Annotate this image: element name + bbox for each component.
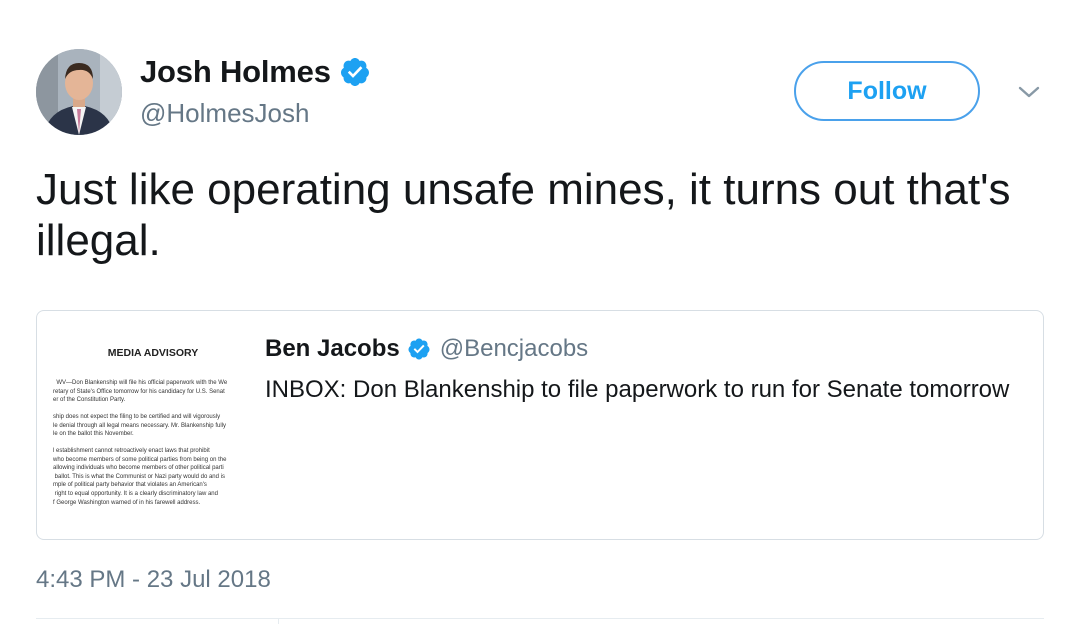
thumbnail-paragraph: WV—Don Blankenship will file his officia… (53, 380, 228, 404)
thumbnail-paragraph: l establishment cannot retroactively ena… (53, 448, 227, 506)
author-handle[interactable]: @HolmesJosh (140, 98, 309, 129)
divider (36, 618, 1044, 619)
thumbnail-paragraph: ship does not expect the filing to be ce… (53, 414, 226, 438)
quoted-author-handle: @Bencjacobs (439, 335, 589, 362)
verified-badge-icon (339, 56, 371, 88)
thumbnail-title: MEDIA ADVISORY (107, 347, 199, 359)
verified-badge-icon (407, 337, 431, 361)
tweet-text: Just like operating unsafe mines, it tur… (36, 165, 1011, 265)
author-avatar[interactable] (36, 49, 122, 135)
divider (278, 618, 279, 624)
chevron-down-icon[interactable] (1016, 82, 1042, 102)
tweet-timestamp[interactable]: 4:43 PM - 23 Jul 2018 (36, 566, 271, 594)
follow-button[interactable]: Follow (794, 61, 980, 121)
quoted-author-name: Ben Jacobs (265, 335, 400, 362)
quoted-tweet-thumbnail[interactable]: MEDIA ADVISORY WV—Don Blankenship will f… (53, 327, 259, 527)
author-display-name[interactable]: Josh Holmes (140, 54, 331, 90)
quoted-tweet-text: INBOX: Don Blankenship to file paperwork… (265, 376, 1010, 403)
author-name-row[interactable]: Josh Holmes (140, 54, 371, 90)
quoted-tweet-header: Ben Jacobs @Bencjacobs (265, 335, 588, 363)
profile-photo-icon (36, 49, 122, 135)
quoted-tweet-card[interactable]: MEDIA ADVISORY WV—Don Blankenship will f… (36, 310, 1044, 540)
